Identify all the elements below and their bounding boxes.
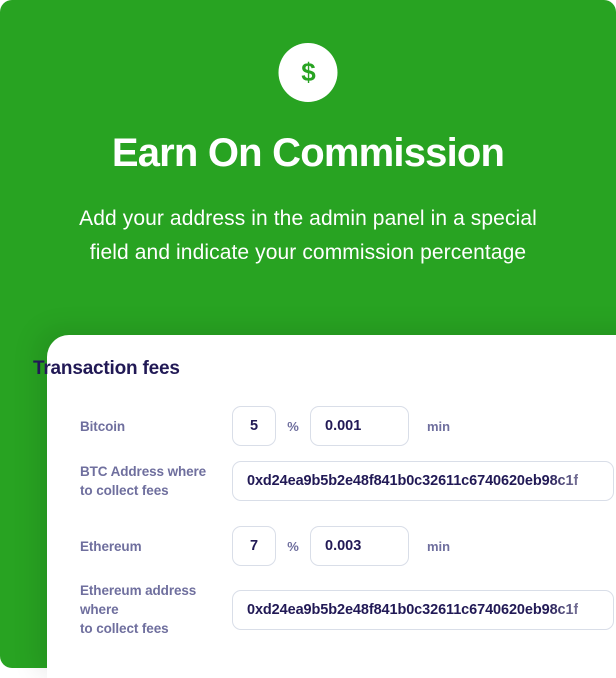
fee-label-ethereum-text: Ethereum xyxy=(80,538,142,554)
address-label-ethereum: Ethereum address where to collect fees xyxy=(47,581,232,638)
fee-row-bitcoin: Bitcoin 5 % 0.001 min xyxy=(47,406,616,446)
bitcoin-percent-unit: % xyxy=(287,418,299,434)
bitcoin-min-input[interactable]: 0.001 xyxy=(310,406,409,446)
address-label-bitcoin-line2: to collect fees xyxy=(80,483,169,498)
earn-on-commission-screen: $ Earn On Commission Add your address in… xyxy=(0,0,616,678)
ethereum-address-input[interactable]: 0xd24ea9b5b2e48f841b0c32611c6740620eb98c… xyxy=(232,589,614,630)
address-label-ethereum-line2: to collect fees xyxy=(80,621,169,636)
dollar-circle-icon: $ xyxy=(278,43,338,102)
bitcoin-percent-input[interactable]: 5 xyxy=(232,406,276,446)
ethereum-min-input[interactable]: 0.003 xyxy=(310,526,409,566)
bitcoin-address-value: 0xd24ea9b5b2e48f841b0c32611c6740620eb98c… xyxy=(247,473,579,489)
transaction-fees-card: Bitcoin 5 % 0.001 min BTC Address where … xyxy=(47,335,616,678)
ethereum-address-value: 0xd24ea9b5b2e48f841b0c32611c6740620eb98c… xyxy=(247,601,579,618)
bitcoin-min-unit: min xyxy=(427,418,451,434)
fee-label-bitcoin: Bitcoin xyxy=(47,417,232,436)
address-row-ethereum: Ethereum address where to collect fees 0… xyxy=(47,581,616,638)
address-label-ethereum-line1: Ethereum address where xyxy=(80,583,197,617)
fee-row-ethereum: Ethereum 7 % 0.003 min xyxy=(47,526,616,566)
ethereum-percent-input[interactable]: 7 xyxy=(232,526,276,566)
fee-label-ethereum: Ethereum xyxy=(47,537,232,556)
ethereum-percent-unit: % xyxy=(287,538,299,554)
svg-text:$: $ xyxy=(301,57,316,87)
page-subtitle: Add your address in the admin panel in a… xyxy=(79,207,537,264)
fee-label-bitcoin-text: Bitcoin xyxy=(80,418,126,434)
address-label-bitcoin-line1: BTC Address where xyxy=(80,464,207,479)
address-row-bitcoin: BTC Address where to collect fees 0xd24e… xyxy=(47,461,616,501)
ethereum-min-unit: min xyxy=(427,538,451,554)
page-title: Earn On Commission xyxy=(111,131,505,175)
address-label-bitcoin: BTC Address where to collect fees xyxy=(47,462,232,500)
card-title: Transaction fees xyxy=(33,358,180,379)
bitcoin-address-input[interactable]: 0xd24ea9b5b2e48f841b0c32611c6740620eb98c… xyxy=(232,461,614,501)
